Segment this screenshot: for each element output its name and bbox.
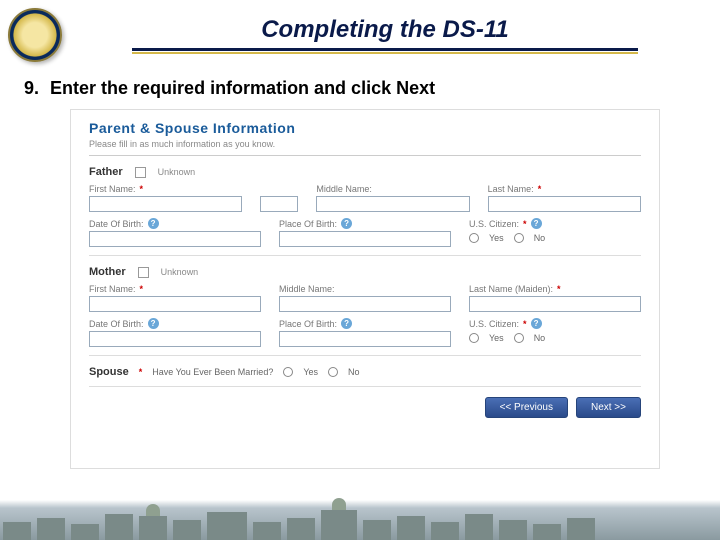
mother-middle-name-input[interactable] [279,296,451,312]
spouse-married-no-radio[interactable] [328,367,338,377]
father-header: Father Unknown [89,166,641,178]
mother-unknown-label: Unknown [161,267,199,277]
mother-first-name-input[interactable] [89,296,261,312]
father-last-name-input[interactable] [488,196,641,212]
mother-label: Mother [89,266,126,278]
mother-last-name-label: Last Name (Maiden):* [469,284,641,294]
mother-pob-label: Place Of Birth:? [279,318,451,329]
father-unknown-label: Unknown [158,167,196,177]
mother-citizen-no-radio[interactable] [514,333,524,343]
mother-unknown-checkbox[interactable] [138,267,149,278]
father-pob-input[interactable] [279,231,451,247]
father-middle-name-input[interactable] [316,196,469,212]
father-pob-label: Place Of Birth:? [279,218,451,229]
spouse-label: Spouse [89,366,129,378]
form-subtitle: Please fill in as much information as yo… [89,139,641,156]
form-title: Parent & Spouse Information [89,120,641,136]
mother-first-name-label: First Name:* [89,284,261,294]
mother-header: Mother Unknown [89,266,641,278]
father-label: Father [89,166,123,178]
father-citizen-label: U.S. Citizen:*? [469,218,641,229]
divider [89,386,641,387]
help-icon[interactable]: ? [341,218,352,229]
mother-dob-label: Date Of Birth:? [89,318,261,329]
title-underline [132,48,638,54]
next-button[interactable]: Next >> [576,397,641,418]
father-dob-input[interactable] [89,231,261,247]
help-icon[interactable]: ? [341,318,352,329]
father-citizen-no-radio[interactable] [514,233,524,243]
help-icon[interactable]: ? [531,318,542,329]
usna-seal-icon [8,8,62,62]
help-icon[interactable]: ? [148,218,159,229]
previous-button[interactable]: << Previous [485,397,568,418]
mother-pob-input[interactable] [279,331,451,347]
slide-title: Completing the DS-11 [62,16,708,44]
step-text: Enter the required information and click… [50,78,435,98]
spouse-question: Have You Ever Been Married? [152,367,273,377]
spouse-row: Spouse * Have You Ever Been Married? Yes… [89,366,641,378]
father-dob-label: Date Of Birth:? [89,218,261,229]
divider [89,255,641,256]
father-last-name-label: Last Name:* [488,184,641,194]
mother-citizen-label: U.S. Citizen:*? [469,318,641,329]
father-first-name-label: First Name:* [89,184,242,194]
help-icon[interactable]: ? [531,218,542,229]
mother-citizen-yes-radio[interactable] [469,333,479,343]
father-middle-name-label: Middle Name: [316,184,469,194]
father-first-name-input[interactable] [89,196,242,212]
mother-middle-name-label: Middle Name: [279,284,451,294]
spouse-married-yes-radio[interactable] [283,367,293,377]
slide-header: Completing the DS-11 [0,0,720,62]
step-number: 9. [24,78,39,98]
divider [89,355,641,356]
mother-dob-input[interactable] [89,331,261,347]
help-icon[interactable]: ? [148,318,159,329]
instruction-line: 9. Enter the required information and cl… [0,62,720,109]
footer-skyline [0,500,720,540]
father-suffix-input[interactable] [260,196,298,212]
mother-last-name-input[interactable] [469,296,641,312]
father-unknown-checkbox[interactable] [135,167,146,178]
form-screenshot: Parent & Spouse Information Please fill … [70,109,660,469]
father-citizen-yes-radio[interactable] [469,233,479,243]
title-wrap: Completing the DS-11 [62,16,708,54]
